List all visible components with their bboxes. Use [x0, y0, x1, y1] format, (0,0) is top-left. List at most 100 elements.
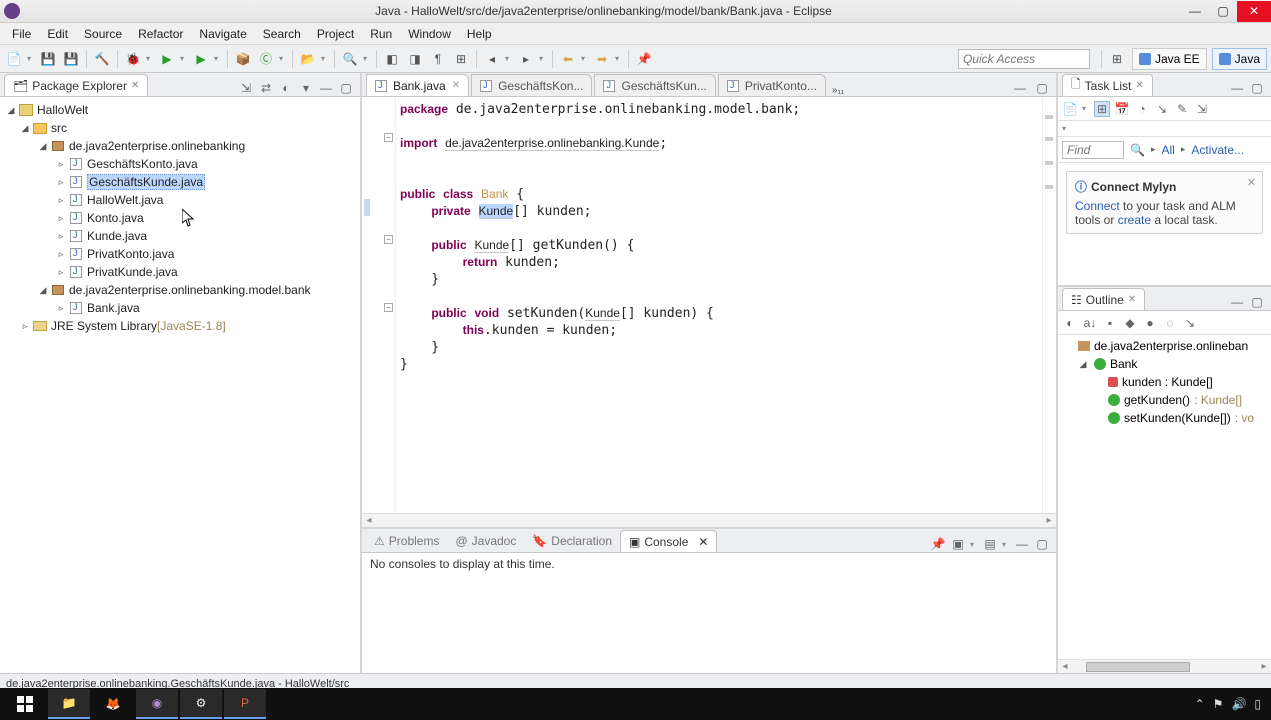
- tray-up-icon[interactable]: ⌃: [1195, 697, 1205, 711]
- menu-refactor[interactable]: Refactor: [130, 24, 191, 44]
- sort-button[interactable]: a↓: [1082, 315, 1098, 331]
- fold-toggle[interactable]: −: [384, 303, 393, 312]
- pin-editor-button[interactable]: 📌: [634, 49, 654, 69]
- minimize-editor-button[interactable]: —: [1012, 80, 1028, 96]
- maximize-button[interactable]: ▢: [1209, 1, 1237, 22]
- schedule-button[interactable]: 📅: [1114, 101, 1130, 117]
- prev-annotation-button[interactable]: ◂: [482, 49, 502, 69]
- maximize-editor-button[interactable]: ▢: [1034, 80, 1050, 96]
- outline-tab[interactable]: ☷ Outline ✕: [1062, 288, 1145, 310]
- taskbar-settings[interactable]: ⚙: [180, 689, 222, 719]
- task-find-input[interactable]: [1062, 141, 1124, 159]
- taskbar-file-explorer[interactable]: 📁: [48, 689, 90, 719]
- outline-package[interactable]: de.java2enterprise.onlineban: [1058, 337, 1271, 355]
- maximize-view-button[interactable]: ▢: [1034, 536, 1050, 552]
- tray-network-icon[interactable]: ▯: [1254, 697, 1261, 711]
- outline-class[interactable]: ◢Bank: [1058, 355, 1271, 373]
- close-icon[interactable]: ✕: [698, 535, 708, 549]
- next-annotation-button[interactable]: ▸: [516, 49, 536, 69]
- save-button[interactable]: 💾: [38, 49, 58, 69]
- minimize-view-button[interactable]: —: [318, 80, 334, 96]
- editor-horizontal-scrollbar[interactable]: ◂▸: [362, 513, 1056, 527]
- minimize-view-button[interactable]: —: [1014, 536, 1030, 552]
- build-button[interactable]: 🔨: [92, 49, 112, 69]
- link-editor-button[interactable]: ⇄: [258, 80, 274, 96]
- close-icon[interactable]: ✕: [131, 80, 139, 91]
- search-icon[interactable]: 🔍: [1130, 143, 1145, 157]
- pin-console-button[interactable]: 📌: [930, 536, 946, 552]
- synchronize-button[interactable]: ↘: [1154, 101, 1170, 117]
- new-dropdown[interactable]: ▾: [27, 54, 35, 63]
- start-button[interactable]: [4, 689, 46, 719]
- toggle-mark-button[interactable]: ◧: [382, 49, 402, 69]
- open-type-button[interactable]: 📂: [298, 49, 318, 69]
- menu-file[interactable]: File: [4, 24, 39, 44]
- display-console-button[interactable]: ▣: [950, 536, 966, 552]
- menu-source[interactable]: Source: [76, 24, 130, 44]
- new-task-button[interactable]: 📄: [1062, 101, 1078, 117]
- open-perspective-button[interactable]: ⊞: [1107, 49, 1127, 69]
- maximize-view-button[interactable]: ▢: [338, 80, 354, 96]
- forward-dropdown[interactable]: ▾: [615, 54, 623, 63]
- expand-toggle[interactable]: ▹: [56, 177, 66, 187]
- menu-help[interactable]: Help: [459, 24, 500, 44]
- new-package-button[interactable]: 📦: [233, 49, 253, 69]
- search-dropdown[interactable]: ▾: [363, 54, 371, 63]
- maximize-view-button[interactable]: ▢: [1249, 294, 1265, 310]
- categorize-button[interactable]: ⊞: [1094, 101, 1110, 117]
- java-file-node[interactable]: ▹PrivatKunde.java: [0, 263, 360, 281]
- menu-search[interactable]: Search: [255, 24, 309, 44]
- all-link[interactable]: All: [1161, 143, 1174, 157]
- editor-gutter[interactable]: − − −: [362, 97, 396, 513]
- activate-link[interactable]: Activate...: [1191, 143, 1244, 157]
- perspective-java[interactable]: Java: [1212, 48, 1267, 70]
- close-icon[interactable]: ✕: [1128, 294, 1136, 305]
- open-type-dropdown[interactable]: ▾: [321, 54, 329, 63]
- new-button[interactable]: 📄: [4, 49, 24, 69]
- connect-link[interactable]: Connect: [1075, 199, 1120, 213]
- menu-navigate[interactable]: Navigate: [191, 24, 254, 44]
- java-file-node[interactable]: ▹Konto.java: [0, 209, 360, 227]
- open-console-button[interactable]: ▤: [982, 536, 998, 552]
- close-button[interactable]: ✕: [1237, 1, 1271, 22]
- outline-member[interactable]: kunden : Kunde[]: [1058, 373, 1271, 391]
- bottom-tab-console[interactable]: ▣Console✕: [620, 530, 717, 552]
- expand-toggle[interactable]: ▹: [56, 267, 66, 277]
- java-file-node[interactable]: ▹HalloWelt.java: [0, 191, 360, 209]
- close-icon[interactable]: ✕: [1247, 176, 1256, 189]
- package-node[interactable]: ◢de.java2enterprise.onlinebanking.model.…: [0, 281, 360, 299]
- perspective-javaee[interactable]: Java EE: [1132, 48, 1207, 70]
- editor-tab[interactable]: GeschäftsKon...: [471, 74, 592, 96]
- forward-button[interactable]: ➡: [592, 49, 612, 69]
- view-menu-button[interactable]: ▾: [298, 80, 314, 96]
- next-annotation-dropdown[interactable]: ▾: [539, 54, 547, 63]
- minimize-view-button[interactable]: —: [1229, 80, 1245, 96]
- expand-toggle[interactable]: ◢: [20, 123, 30, 133]
- bottom-tab-problems[interactable]: ⚠Problems: [366, 530, 447, 552]
- expand-toggle[interactable]: ▹: [56, 195, 66, 205]
- menu-run[interactable]: Run: [362, 24, 400, 44]
- jre-library-node[interactable]: ▹JRE System Library [JavaSE-1.8]: [0, 317, 360, 335]
- editor-overflow-indicator[interactable]: »₁₁: [832, 85, 844, 96]
- expand-icon[interactable]: ▸: [1181, 144, 1186, 155]
- focus-workweek-button[interactable]: ◔: [1134, 101, 1150, 117]
- hide-fields-button[interactable]: ▪: [1102, 315, 1118, 331]
- task-filter-dropdown[interactable]: ▾: [1062, 124, 1070, 133]
- outline-horizontal-scrollbar[interactable]: ◂ ▸: [1058, 659, 1271, 673]
- overview-ruler[interactable]: [1042, 97, 1056, 513]
- java-file-node[interactable]: ▹PrivatKonto.java: [0, 245, 360, 263]
- hide-local-button[interactable]: ◌: [1162, 315, 1178, 331]
- collapse-all-button[interactable]: ⇲: [1194, 101, 1210, 117]
- create-link[interactable]: create: [1118, 213, 1151, 227]
- focus-button[interactable]: ◐: [1062, 315, 1078, 331]
- collapse-all-button[interactable]: ⇲: [238, 80, 254, 96]
- run-last-button[interactable]: ▶: [191, 49, 211, 69]
- toggle-ws-button[interactable]: ¶: [428, 49, 448, 69]
- run-dropdown[interactable]: ▾: [180, 54, 188, 63]
- hide-completed-button[interactable]: ✎: [1174, 101, 1190, 117]
- outline-member[interactable]: getKunden() : Kunde[]: [1058, 391, 1271, 409]
- editor-tab[interactable]: GeschäftsKun...: [594, 74, 715, 96]
- editor-tab[interactable]: PrivatKonto...: [718, 74, 826, 96]
- fold-toggle[interactable]: −: [384, 133, 393, 142]
- back-button[interactable]: ⬅: [558, 49, 578, 69]
